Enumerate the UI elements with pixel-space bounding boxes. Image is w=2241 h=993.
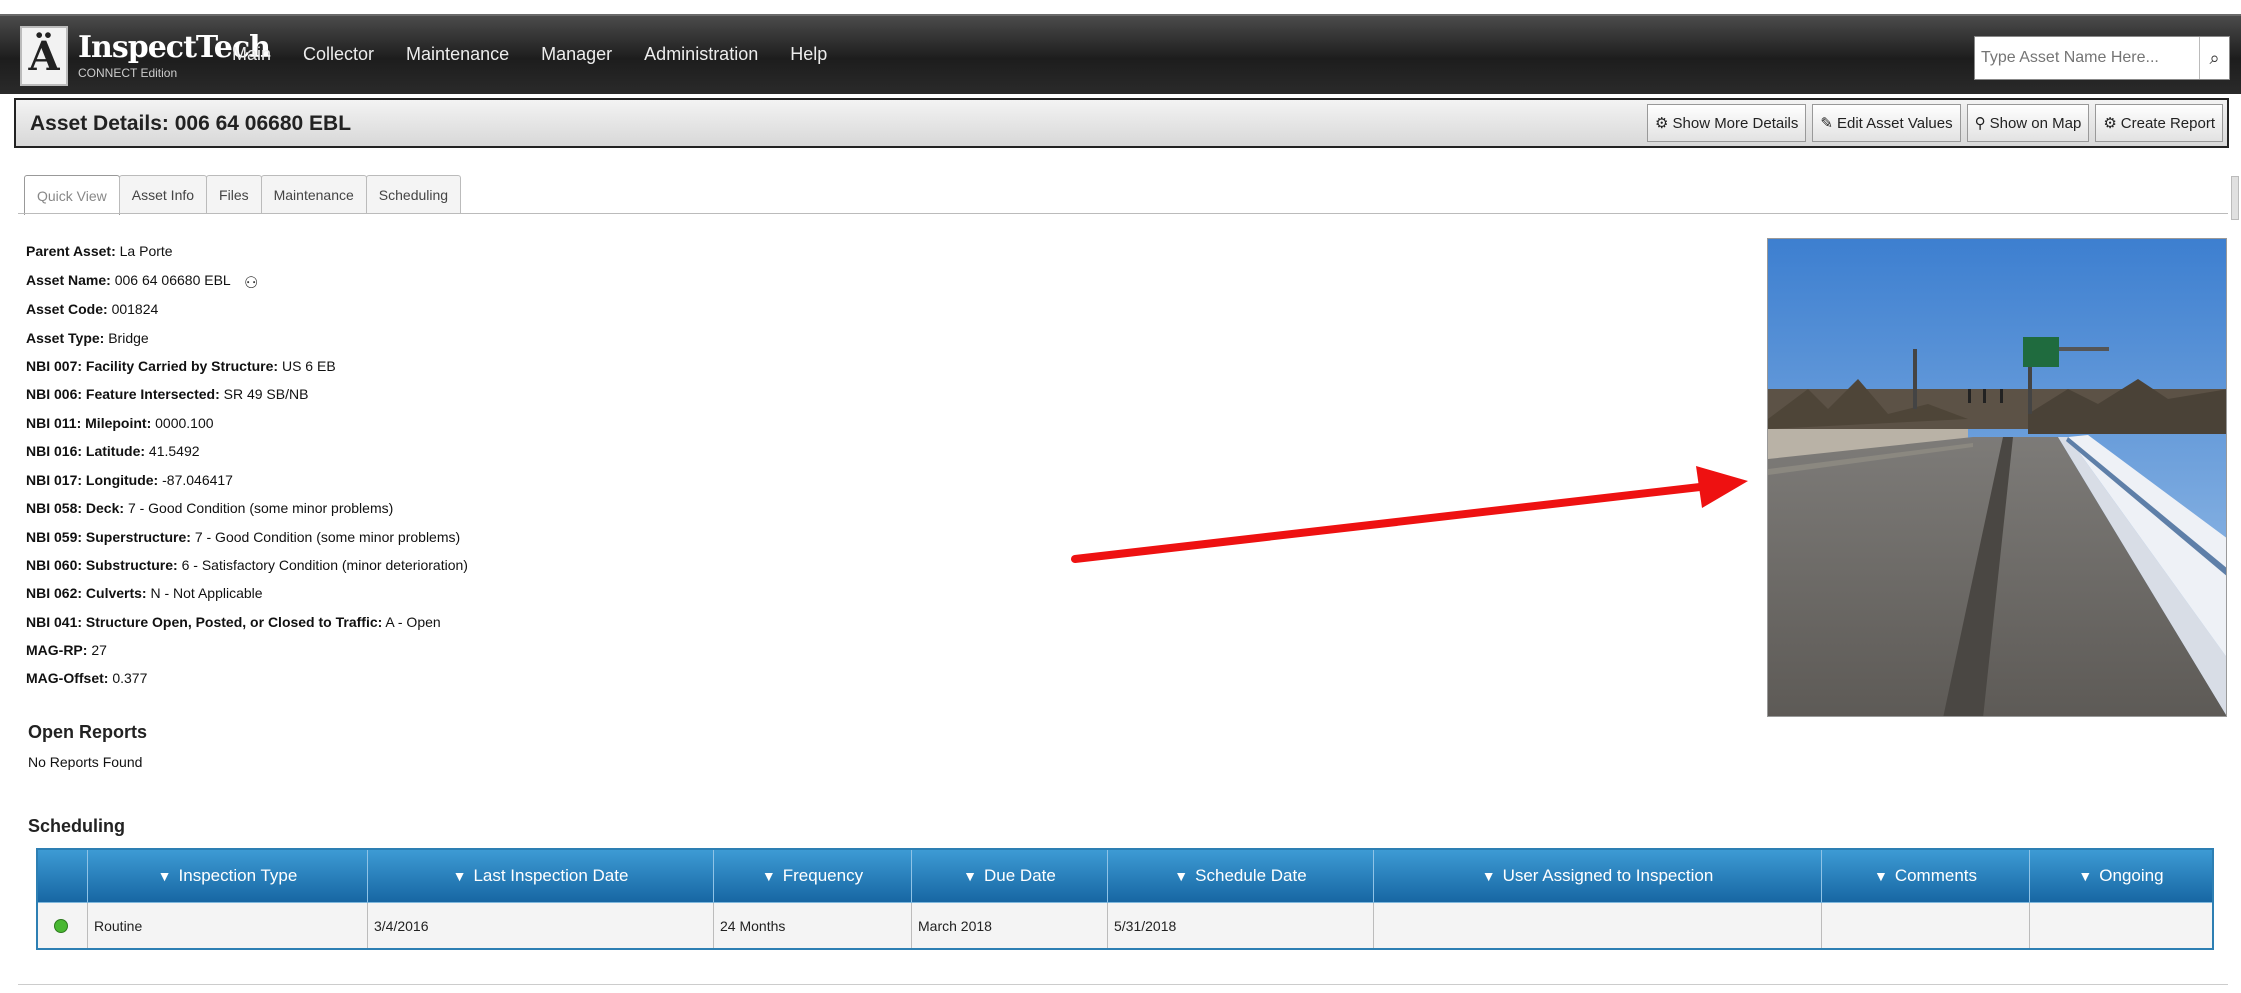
tab-maintenance[interactable]: Maintenance	[260, 175, 367, 213]
header-status	[38, 850, 88, 902]
cell-inspection-type: Routine	[88, 903, 368, 948]
field-nbi-060: NBI 060: Substructure: 6 - Satisfactory …	[26, 557, 468, 573]
create-report-button[interactable]: ⚙ Create Report	[2095, 104, 2223, 142]
header-frequency[interactable]: ▼ Frequency	[714, 850, 912, 902]
filter-icon[interactable]: ▼	[158, 868, 172, 884]
cell-due-date: March 2018	[912, 903, 1108, 948]
filter-icon[interactable]: ▼	[2078, 868, 2092, 884]
field-asset-type: Asset Type: Bridge	[26, 330, 149, 346]
map-pin-icon: ⚲	[1974, 115, 1986, 132]
header-last-inspection-date[interactable]: ▼ Last Inspection Date	[368, 850, 714, 902]
field-nbi-007: NBI 007: Facility Carried by Structure: …	[26, 358, 336, 374]
cell-frequency: 24 Months	[714, 903, 912, 948]
bridge-deck-photo	[1768, 239, 2226, 716]
content-bottom-border	[18, 984, 2228, 985]
scheduling-table: ▼ Inspection Type ▼ Last Inspection Date ▼…	[36, 848, 2214, 950]
cell-schedule-date: 5/31/2018	[1108, 903, 1374, 948]
gear-icon: ⚙	[1655, 115, 1669, 132]
filter-icon[interactable]: ▼	[1174, 868, 1188, 884]
person-icon[interactable]: ⚇	[244, 273, 258, 293]
header-comments[interactable]: ▼ Comments	[1822, 850, 2030, 902]
menu-maintenance[interactable]: Maintenance	[406, 44, 509, 65]
header-schedule-date[interactable]: ▼ Schedule Date	[1108, 850, 1374, 902]
main-menu: Main Collector Maintenance Manager Admin…	[232, 44, 827, 65]
field-asset-name: Asset Name: 006 64 06680 EBL	[26, 272, 231, 288]
filter-icon[interactable]: ▼	[1482, 868, 1496, 884]
table-header: ▼ Inspection Type ▼ Last Inspection Date ▼…	[38, 850, 2212, 902]
field-mag-offset: MAG-Offset: 0.377	[26, 670, 148, 686]
asset-photo[interactable]	[1767, 238, 2227, 717]
scheduling-heading: Scheduling	[28, 816, 126, 836]
menu-collector[interactable]: Collector	[303, 44, 374, 65]
header-due-date[interactable]: ▼ Due Date	[912, 850, 1108, 902]
page-title: Asset Details: 006 64 06680 EBL	[30, 112, 352, 135]
cell-user-assigned	[1374, 903, 1822, 948]
edit-icon: ✎	[1820, 115, 1833, 132]
field-nbi-017: NBI 017: Longitude: -87.046417	[26, 472, 233, 488]
asset-tabs: Quick View Asset Info Files Maintenance …	[24, 175, 462, 215]
menu-administration[interactable]: Administration	[644, 44, 758, 65]
field-nbi-016: NBI 016: Latitude: 41.5492	[26, 443, 200, 459]
tab-scheduling[interactable]: Scheduling	[365, 175, 462, 213]
top-nav-bar: Ä InspectTech CONNECT Edition Main Colle…	[0, 14, 2241, 94]
header-inspection-type[interactable]: ▼ Inspection Type	[88, 850, 368, 902]
filter-icon[interactable]: ▼	[963, 868, 977, 884]
scrollbar[interactable]	[2231, 176, 2239, 220]
asset-title-bar: Asset Details: 006 64 06680 EBL ⚙ Show M…	[14, 98, 2229, 148]
header-user-assigned[interactable]: ▼ User Assigned to Inspection	[1374, 850, 1822, 902]
field-asset-code: Asset Code: 001824	[26, 301, 159, 317]
table-row[interactable]: Routine 3/4/2016 24 Months March 2018 5/…	[38, 902, 2212, 948]
tab-divider	[18, 213, 2228, 214]
show-more-details-button[interactable]: ⚙ Show More Details	[1647, 104, 1807, 142]
status-indicator-icon	[54, 918, 68, 933]
field-mag-rp: MAG-RP: 27	[26, 642, 107, 658]
edit-asset-values-button[interactable]: ✎ Edit Asset Values	[1812, 104, 1961, 142]
field-nbi-011: NBI 011: Milepoint: 0000.100	[26, 415, 214, 431]
status-cell	[38, 903, 88, 948]
tab-files[interactable]: Files	[206, 175, 262, 213]
asset-search: ⌕	[1974, 36, 2230, 80]
menu-help[interactable]: Help	[790, 44, 827, 65]
field-parent-asset: Parent Asset: La Porte	[26, 243, 173, 259]
open-reports-heading: Open Reports	[28, 722, 148, 742]
asset-search-input[interactable]	[1975, 37, 2199, 79]
menu-manager[interactable]: Manager	[541, 44, 612, 65]
filter-icon[interactable]: ▼	[453, 868, 467, 884]
cell-comments	[1822, 903, 2030, 948]
logo-subtitle: CONNECT Edition	[78, 65, 178, 80]
no-reports-text: No Reports Found	[28, 754, 143, 770]
field-nbi-059: NBI 059: Superstructure: 7 - Good Condit…	[26, 529, 461, 545]
field-nbi-062: NBI 062: Culverts: N - Not Applicable	[26, 585, 263, 601]
logo-figure-icon: Ä	[20, 26, 68, 86]
show-on-map-button[interactable]: ⚲ Show on Map	[1966, 104, 2090, 142]
tab-asset-info[interactable]: Asset Info	[118, 175, 208, 213]
search-icon[interactable]: ⌕	[2199, 37, 2229, 79]
filter-icon[interactable]: ▼	[762, 868, 776, 884]
asset-actions: ⚙ Show More Details ✎ Edit Asset Values …	[1647, 104, 2223, 142]
field-nbi-041: NBI 041: Structure Open, Posted, or Clos…	[26, 614, 441, 630]
filter-icon[interactable]: ▼	[1874, 868, 1888, 884]
gear-icon: ⚙	[2103, 115, 2117, 132]
menu-main[interactable]: Main	[232, 44, 271, 65]
field-nbi-006: NBI 006: Feature Intersected: SR 49 SB/N…	[26, 386, 309, 402]
cell-last-inspection-date: 3/4/2016	[368, 903, 714, 948]
field-nbi-058: NBI 058: Deck: 7 - Good Condition (some …	[26, 500, 394, 516]
cell-ongoing	[2030, 903, 2212, 948]
header-ongoing[interactable]: ▼ Ongoing	[2030, 850, 2212, 902]
tab-quick-view[interactable]: Quick View	[24, 175, 120, 215]
